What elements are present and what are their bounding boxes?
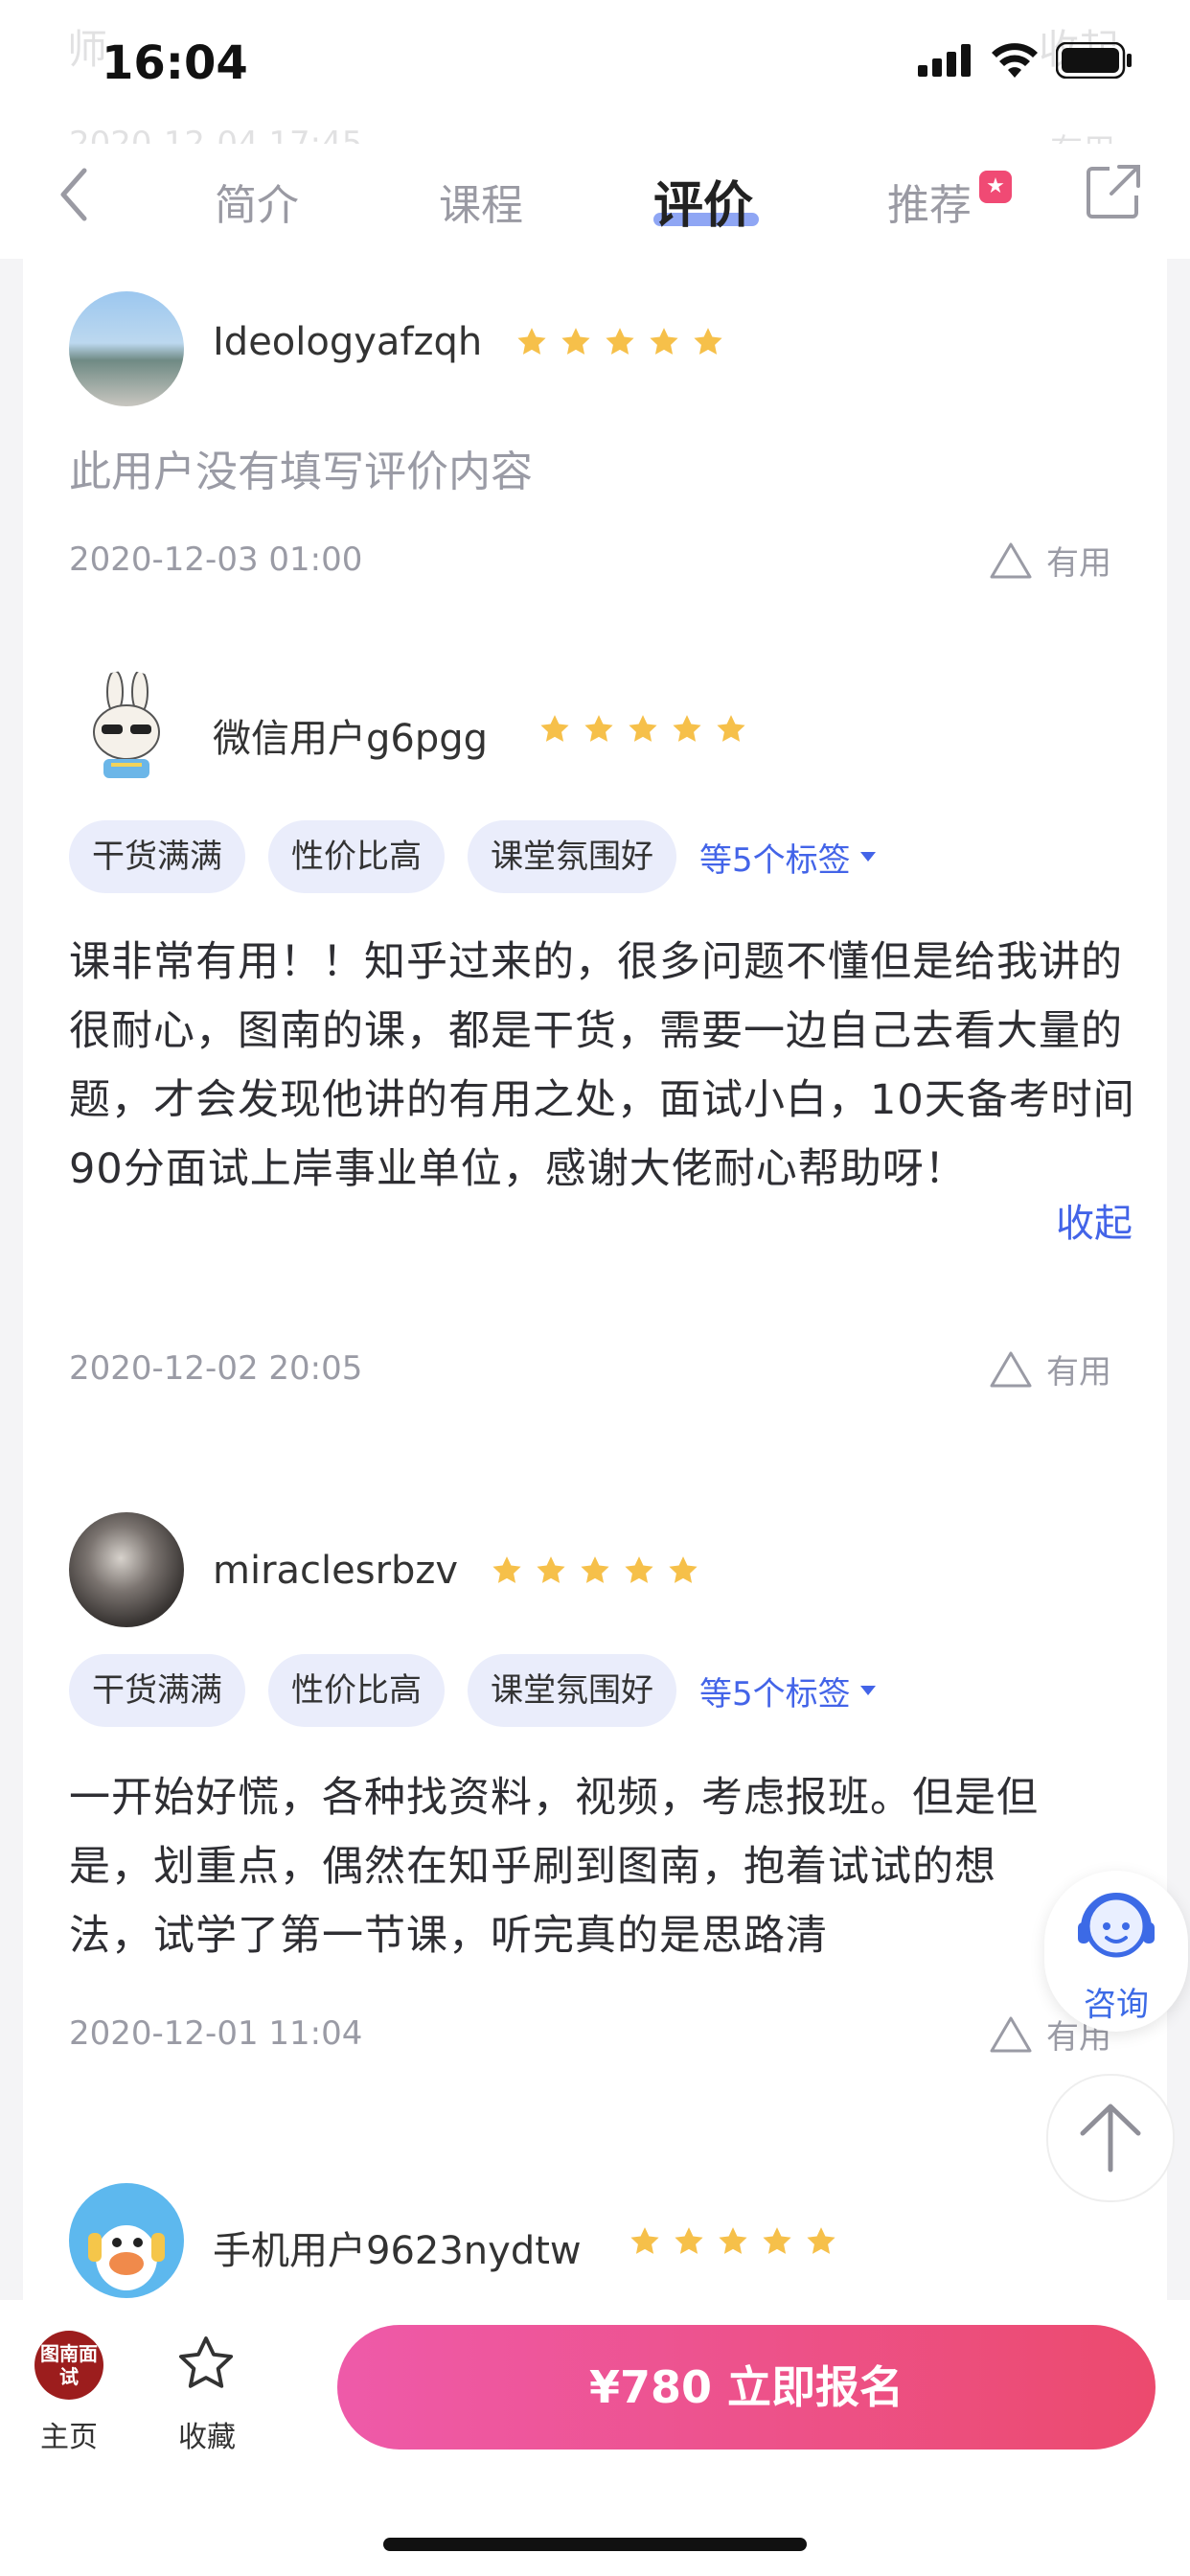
- more-tags-label: 等5个标签: [699, 1674, 851, 1714]
- favorite-label[interactable]: 收藏: [178, 2413, 236, 2455]
- back-to-top-button[interactable]: [1046, 2074, 1175, 2202]
- review-text: 一开始好慌，各种找资料，视频，考虑报班。但是但是，划重点，偶然在知乎刷到图南，抱…: [69, 1774, 1039, 1960]
- review-date: 2020-12-02 20:05: [69, 1349, 363, 1388]
- avatar[interactable]: [69, 671, 184, 786]
- review-tag: 干货满满: [69, 1654, 245, 1727]
- useful-button[interactable]: 有用: [989, 537, 1111, 584]
- tab-reviews[interactable]: 评价: [653, 165, 753, 237]
- consult-label: 咨询: [1084, 1986, 1149, 2024]
- review-text: 课非常有用！！知乎过来的，很多问题不懂但是给我讲的很耐心，图南的课，都是干货，需…: [69, 938, 1135, 1193]
- review-tag: 性价比高: [268, 1654, 445, 1727]
- tab-courses[interactable]: 课程: [439, 171, 523, 232]
- avatar[interactable]: [69, 2183, 184, 2298]
- review-tag: 性价比高: [268, 820, 445, 893]
- avatar[interactable]: [69, 1512, 184, 1627]
- wifi-icon: [992, 43, 1038, 78]
- battery-icon: [1056, 42, 1132, 79]
- share-icon[interactable]: [1085, 163, 1142, 220]
- thumb-triangle-icon: [990, 2016, 1032, 2052]
- caret-down-icon: [859, 852, 876, 862]
- useful-button[interactable]: 有用: [989, 1346, 1111, 1392]
- star-icon: [581, 1556, 609, 1583]
- tab-navbar: 简介 课程 评价 推荐 ★: [0, 144, 1190, 259]
- rating-stars: [629, 2225, 837, 2258]
- star-icon: [537, 1556, 565, 1583]
- star-icon: [807, 2227, 835, 2254]
- tab-recommend[interactable]: 推荐: [887, 171, 972, 232]
- recommend-star-badge-icon: ★: [979, 171, 1012, 203]
- signal-icon: [918, 44, 971, 77]
- home-logo-icon[interactable]: 图南面试: [34, 2331, 103, 2400]
- star-icon: [584, 715, 613, 742]
- star-icon: [630, 2227, 659, 2254]
- status-bar: 师 收起 2020-12-04 17:45 有用 16:04: [0, 0, 1190, 171]
- star-icon: [675, 2227, 703, 2254]
- review-tag: 课堂氛围好: [468, 820, 676, 893]
- home-indicator: [383, 2538, 807, 2551]
- customer-service-icon: [1078, 1893, 1155, 1958]
- star-icon: [540, 715, 569, 742]
- caret-down-icon: [859, 1686, 876, 1695]
- review-tags: 干货满满 性价比高 课堂氛围好 等5个标签: [69, 1654, 878, 1727]
- more-tags-toggle[interactable]: 等5个标签: [699, 834, 878, 881]
- review-tag: 干货满满: [69, 820, 245, 893]
- enroll-button[interactable]: ¥780 立即报名: [337, 2325, 1156, 2450]
- star-icon: [719, 2227, 747, 2254]
- status-time: 16:04: [102, 36, 248, 90]
- useful-label: 有用: [1046, 1353, 1111, 1392]
- review-username: Ideologyafzqh: [213, 320, 483, 364]
- arrow-up-icon: [1080, 2104, 1141, 2173]
- thumb-triangle-icon: [990, 542, 1032, 578]
- rating-stars: [491, 1554, 699, 1587]
- review-username: miraclesrbzv: [213, 1549, 459, 1593]
- empty-review-text: 此用户没有填写评价内容: [69, 448, 533, 496]
- star-icon: [717, 715, 745, 742]
- useful-label: 有用: [1046, 544, 1111, 583]
- thumb-triangle-icon: [990, 1351, 1032, 1387]
- bunny-avatar-icon: [93, 671, 160, 778]
- review-tag: 课堂氛围好: [468, 1654, 676, 1727]
- home-label[interactable]: 主页: [40, 2413, 98, 2455]
- star-icon: [517, 328, 546, 355]
- more-tags-toggle[interactable]: 等5个标签: [699, 1668, 878, 1714]
- star-icon: [606, 328, 634, 355]
- review-list: Ideologyafzqh 此用户没有填写评价内容 2020-12-03 01:…: [23, 259, 1167, 2300]
- review-date: 2020-12-03 01:00: [69, 540, 363, 579]
- star-icon: [694, 328, 722, 355]
- star-icon: [673, 715, 701, 742]
- bottom-action-bar: 图南面试 主页 收藏 ¥780 立即报名: [0, 2300, 1190, 2576]
- review-username: 微信用户g6pgg: [213, 717, 489, 761]
- star-icon: [629, 715, 657, 742]
- star-icon: [669, 1556, 698, 1583]
- status-icons: [918, 42, 1133, 79]
- consult-button[interactable]: 咨询: [1044, 1871, 1188, 2032]
- review-username: 手机用户9623nydtw: [213, 2229, 582, 2273]
- star-icon: [561, 328, 590, 355]
- star-outline-icon[interactable]: [174, 2333, 238, 2396]
- star-icon: [763, 2227, 791, 2254]
- star-icon: [625, 1556, 653, 1583]
- more-tags-label: 等5个标签: [699, 840, 851, 880]
- review-date: 2020-12-01 11:04: [69, 2014, 363, 2053]
- collapse-link[interactable]: 收起: [1056, 1192, 1133, 1248]
- back-arrow-icon[interactable]: [52, 161, 96, 228]
- rating-stars: [515, 326, 724, 358]
- tab-intro[interactable]: 简介: [215, 171, 299, 232]
- star-icon: [650, 328, 678, 355]
- star-icon: [492, 1556, 521, 1583]
- avatar[interactable]: [69, 291, 184, 406]
- rating-stars: [538, 713, 747, 746]
- review-tags: 干货满满 性价比高 课堂氛围好 等5个标签: [69, 820, 878, 893]
- cartoon-avatar-icon: [88, 2225, 165, 2290]
